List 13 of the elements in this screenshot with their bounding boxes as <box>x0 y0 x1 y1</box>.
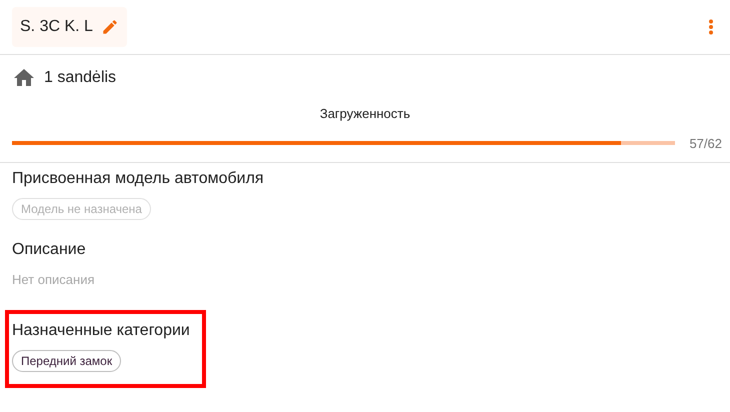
load-label: Загруженность <box>320 105 410 123</box>
tag-chip: Передний замок <box>12 350 122 372</box>
section-title: Описание <box>12 240 86 260</box>
title-button[interactable]: S. 3C K. L <box>12 7 127 47</box>
section-title: Присвоенная модель автомобиля <box>12 169 264 189</box>
tag-chip: Модель не назначена <box>12 198 151 220</box>
location-label: 1 sandėlis <box>44 68 116 88</box>
load-reading: 57/62 <box>689 134 722 152</box>
more-menu-icon[interactable] <box>708 19 714 35</box>
home-icon <box>14 69 34 87</box>
pencil-icon <box>100 18 119 36</box>
empty-description: Нет описания <box>12 272 94 288</box>
section-title: Назначенные категории <box>12 321 190 341</box>
